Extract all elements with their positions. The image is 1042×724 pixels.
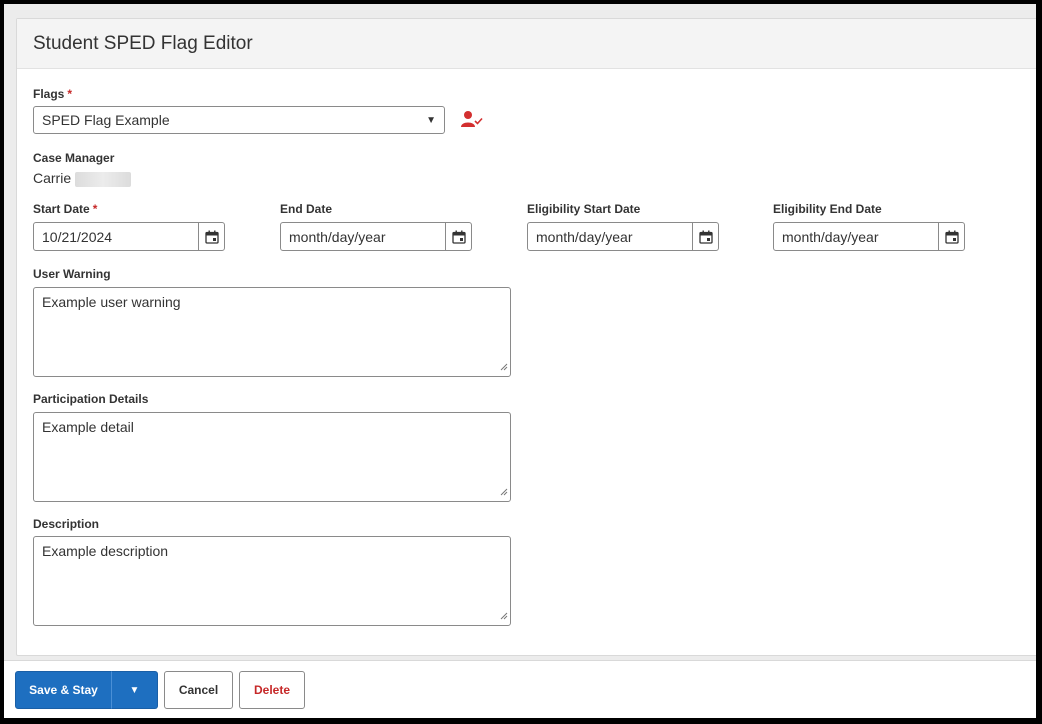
redacted-name [75, 171, 132, 187]
resize-handle-icon[interactable] [500, 358, 508, 374]
case-manager-value: Carrie [33, 170, 132, 187]
save-options-dropdown-button[interactable]: ▼ [111, 671, 158, 709]
resize-handle-icon[interactable] [500, 483, 508, 499]
description-textarea[interactable]: Example description [33, 536, 511, 626]
resize-handle-icon[interactable] [500, 607, 508, 623]
user-warning-textarea[interactable]: Example user warning [33, 287, 511, 377]
save-stay-button[interactable]: Save & Stay [15, 671, 112, 709]
cancel-button[interactable]: Cancel [164, 671, 233, 709]
start-date-label: Start Date * [33, 202, 98, 216]
calendar-icon[interactable] [938, 223, 964, 250]
flags-select[interactable]: SPED Flag Example ▼ [33, 106, 445, 134]
user-warning-label: User Warning [33, 267, 111, 281]
start-date-input[interactable]: 10/21/2024 [33, 222, 225, 251]
eligibility-end-date-label: Eligibility End Date [773, 202, 882, 216]
end-date-label: End Date [280, 202, 333, 216]
flags-selected-value: SPED Flag Example [42, 112, 170, 128]
editor-panel: Student SPED Flag Editor Flags * SPED Fla… [16, 18, 1036, 656]
case-manager-label: Case Manager [33, 151, 115, 165]
page-title: Student SPED Flag Editor [33, 32, 253, 54]
caret-down-icon: ▼ [129, 684, 140, 696]
action-bar: Save & Stay ▼ Cancel Delete [4, 660, 1036, 718]
calendar-icon[interactable] [692, 223, 718, 250]
eligibility-end-date-input[interactable]: month/day/year [773, 222, 965, 251]
app-frame: Student SPED Flag Editor Flags * SPED Fla… [4, 4, 1036, 718]
end-date-input[interactable]: month/day/year [280, 222, 472, 251]
eligibility-start-date-label: Eligibility Start Date [527, 202, 641, 216]
user-check-icon[interactable] [461, 110, 483, 133]
chevron-down-icon: ▼ [426, 114, 436, 126]
delete-button[interactable]: Delete [239, 671, 305, 709]
eligibility-start-date-input[interactable]: month/day/year [527, 222, 719, 251]
calendar-icon[interactable] [198, 223, 224, 250]
calendar-icon[interactable] [445, 223, 471, 250]
participation-details-label: Participation Details [33, 392, 149, 406]
flags-label: Flags * [33, 87, 73, 101]
panel-header: Student SPED Flag Editor [17, 19, 1036, 69]
participation-details-textarea[interactable]: Example detail [33, 412, 511, 502]
description-label: Description [33, 517, 100, 531]
